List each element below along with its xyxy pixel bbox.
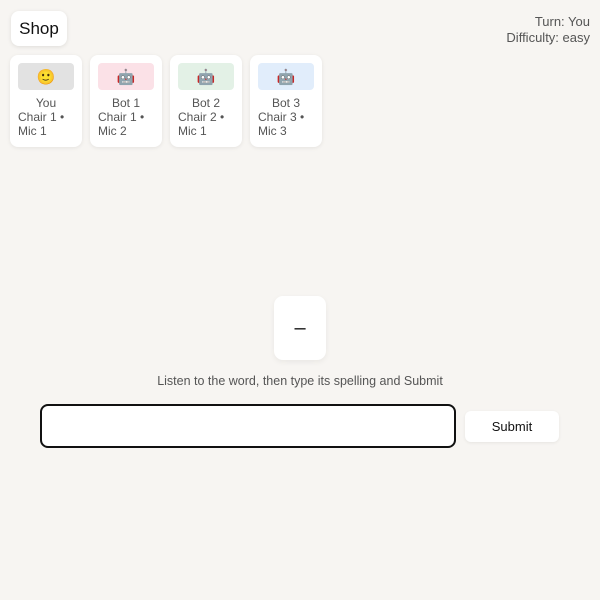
player-seat: Chair 1 • Mic 2: [98, 110, 145, 138]
player-name: Bot 2: [191, 96, 221, 110]
smiley-face-icon: 🙂: [18, 63, 74, 90]
robot-icon: 🤖: [178, 63, 234, 90]
player-seat: Chair 3 • Mic 3: [258, 110, 305, 138]
player-seat: Chair 2 • Mic 1: [178, 110, 225, 138]
robot-icon: 🤖: [258, 63, 314, 90]
submit-button[interactable]: Submit: [465, 411, 559, 442]
player-card-bot-2: 🤖 Bot 2 Chair 2 • Mic 1: [170, 55, 242, 147]
player-name: Bot 1: [111, 96, 141, 110]
player-list: 🙂 You Chair 1 • Mic 1 🤖 Bot 1 Chair 1 • …: [10, 55, 322, 147]
player-name: You: [35, 96, 57, 110]
player-name: Bot 3: [271, 96, 301, 110]
player-seat: Chair 1 • Mic 1: [18, 110, 65, 138]
robot-icon: 🤖: [98, 63, 154, 90]
game-screen: Shop Turn: You Difficulty: easy 🙂 You Ch…: [0, 0, 600, 600]
difficulty-indicator: Difficulty: easy: [506, 30, 590, 45]
instruction-text: Listen to the word, then type its spelli…: [157, 374, 443, 388]
turn-indicator: Turn: You: [534, 14, 590, 29]
word-display: –: [274, 296, 326, 360]
spelling-input[interactable]: [40, 404, 456, 448]
player-card-bot-1: 🤖 Bot 1 Chair 1 • Mic 2: [90, 55, 162, 147]
game-status: Turn: You Difficulty: easy: [506, 14, 590, 46]
player-card-you: 🙂 You Chair 1 • Mic 1: [10, 55, 82, 147]
shop-button[interactable]: Shop: [11, 11, 67, 46]
player-card-bot-3: 🤖 Bot 3 Chair 3 • Mic 3: [250, 55, 322, 147]
